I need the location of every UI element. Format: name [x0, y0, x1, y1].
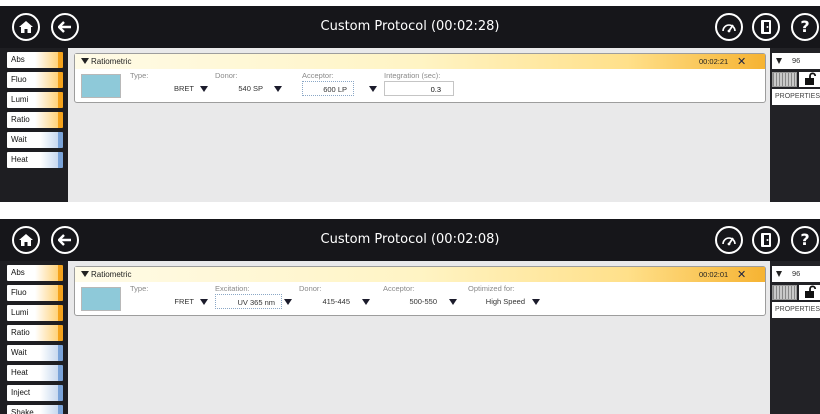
- exit-button[interactable]: [752, 13, 780, 41]
- acceptor-label: Acceptor:: [383, 284, 415, 293]
- lock-button[interactable]: [799, 285, 820, 300]
- side-tab-fluo[interactable]: Fluo: [7, 285, 63, 301]
- back-arrow-icon: [58, 21, 71, 33]
- type-select[interactable]: FRET: [130, 294, 198, 309]
- gauge-button[interactable]: [715, 13, 743, 41]
- gauge-button[interactable]: [715, 226, 743, 254]
- side-tab-ratio[interactable]: Ratio: [7, 325, 63, 341]
- help-icon: ?: [800, 230, 810, 249]
- side-tab-heat[interactable]: Heat: [7, 152, 63, 168]
- collapse-triangle-icon[interactable]: [81, 58, 89, 64]
- type-label: Type:: [130, 71, 149, 80]
- top-bar: Custom Protocol (00:02:08) ?: [0, 219, 820, 261]
- type-dropdown-icon[interactable]: [200, 86, 208, 92]
- lock-icon: [805, 72, 817, 85]
- donor-dropdown-icon[interactable]: [274, 86, 282, 92]
- lock-icon: [805, 285, 817, 298]
- gauge-icon: [722, 237, 736, 246]
- home-button[interactable]: [12, 13, 40, 41]
- ratiometric-step-panel: Ratiometric 00:02:21 ✕ Type: BRET Donor:…: [74, 53, 766, 103]
- gauge-icon: [722, 24, 736, 33]
- optimized-for-dropdown-icon[interactable]: [532, 299, 540, 305]
- integration-input[interactable]: 0.3: [384, 81, 454, 96]
- back-button[interactable]: [51, 13, 79, 41]
- donor-select[interactable]: 415-445: [299, 294, 355, 309]
- side-tab-fluo[interactable]: Fluo: [7, 72, 63, 88]
- plate-sidebar: 96 PROPERTIES: [770, 261, 820, 414]
- acceptor-dropdown-icon[interactable]: [369, 86, 377, 92]
- side-tab-abs[interactable]: Abs: [7, 52, 63, 68]
- step-type-sidebar: Abs Fluo Lumi Ratio Wait Heat Inject Sha…: [0, 261, 68, 414]
- type-select[interactable]: BRET: [130, 81, 198, 96]
- acceptor-select[interactable]: 500-550: [383, 294, 443, 309]
- plate-grid-button[interactable]: [772, 285, 797, 300]
- close-icon[interactable]: ✕: [737, 54, 746, 69]
- top-bar: Custom Protocol (00:02:28) ?: [0, 6, 820, 48]
- donor-label: Donor:: [299, 284, 322, 293]
- side-tab-abs[interactable]: Abs: [7, 265, 63, 281]
- acceptor-dropdown-icon[interactable]: [449, 299, 457, 305]
- close-icon[interactable]: ✕: [737, 267, 746, 282]
- donor-select[interactable]: 540 SP: [215, 81, 267, 96]
- side-tab-lumi[interactable]: Lumi: [7, 305, 63, 321]
- acceptor-label: Acceptor:: [302, 71, 334, 80]
- properties-button[interactable]: PROPERTIES: [772, 89, 820, 105]
- plate-select[interactable]: 96: [772, 53, 820, 69]
- acceptor-select[interactable]: 600 LP: [302, 81, 354, 96]
- plate-value: 96: [792, 56, 801, 65]
- color-swatch[interactable]: [81, 74, 121, 98]
- back-button[interactable]: [51, 226, 79, 254]
- donor-label: Donor:: [215, 71, 238, 80]
- side-tab-shake[interactable]: Shake: [7, 405, 63, 414]
- optimized-for-select[interactable]: High Speed: [468, 294, 529, 309]
- help-icon: ?: [800, 17, 810, 36]
- plate-select[interactable]: 96: [772, 266, 820, 282]
- page-title: Custom Protocol (00:02:08): [320, 232, 500, 247]
- screenshot-bret: Custom Protocol (00:02:28) ? Abs Fluo Lu…: [0, 6, 820, 202]
- type-label: Type:: [130, 284, 149, 293]
- plate-dropdown-icon[interactable]: [776, 271, 782, 277]
- help-button[interactable]: ?: [791, 226, 819, 254]
- step-name: Ratiometric: [91, 270, 132, 279]
- side-tab-ratio[interactable]: Ratio: [7, 112, 63, 128]
- home-button[interactable]: [12, 226, 40, 254]
- screenshot-fret: Custom Protocol (00:02:08) ? Abs Fluo Lu…: [0, 219, 820, 414]
- collapse-triangle-icon[interactable]: [81, 271, 89, 277]
- help-button[interactable]: ?: [791, 13, 819, 41]
- separator: [0, 202, 820, 219]
- plate-value: 96: [792, 269, 801, 278]
- step-name: Ratiometric: [91, 57, 132, 66]
- plate-sidebar: 96 PROPERTIES: [770, 48, 820, 202]
- exit-door-icon: [761, 233, 771, 247]
- side-tab-lumi[interactable]: Lumi: [7, 92, 63, 108]
- integration-label: Integration (sec):: [384, 71, 441, 80]
- donor-dropdown-icon[interactable]: [362, 299, 370, 305]
- lock-button[interactable]: [799, 72, 820, 87]
- plate-grid-button[interactable]: [772, 72, 797, 87]
- exit-button[interactable]: [752, 226, 780, 254]
- step-time: 00:02:01: [699, 270, 729, 279]
- step-header[interactable]: Ratiometric 00:02:21 ✕: [75, 54, 765, 69]
- step-time: 00:02:21: [699, 57, 729, 66]
- ratiometric-step-panel: Ratiometric 00:02:01 ✕ Type: FRET Excita…: [74, 266, 766, 316]
- side-tab-inject[interactable]: Inject: [7, 385, 63, 401]
- exit-door-icon: [761, 20, 771, 34]
- plate-dropdown-icon[interactable]: [776, 58, 782, 64]
- excitation-select[interactable]: UV 365 nm: [215, 294, 282, 309]
- color-swatch[interactable]: [81, 287, 121, 311]
- excitation-dropdown-icon[interactable]: [284, 299, 292, 305]
- side-tab-wait[interactable]: Wait: [7, 132, 63, 148]
- back-arrow-icon: [58, 234, 71, 246]
- home-icon: [19, 21, 33, 33]
- page-title: Custom Protocol (00:02:28): [320, 19, 500, 34]
- optimized-for-label: Optimized for:: [468, 284, 515, 293]
- step-type-sidebar: Abs Fluo Lumi Ratio Wait Heat: [0, 48, 68, 202]
- step-header[interactable]: Ratiometric 00:02:01 ✕: [75, 267, 765, 282]
- type-dropdown-icon[interactable]: [200, 299, 208, 305]
- properties-button[interactable]: PROPERTIES: [772, 302, 820, 318]
- side-tab-heat[interactable]: Heat: [7, 365, 63, 381]
- excitation-label: Excitation:: [215, 284, 250, 293]
- home-icon: [19, 234, 33, 246]
- side-tab-wait[interactable]: Wait: [7, 345, 63, 361]
